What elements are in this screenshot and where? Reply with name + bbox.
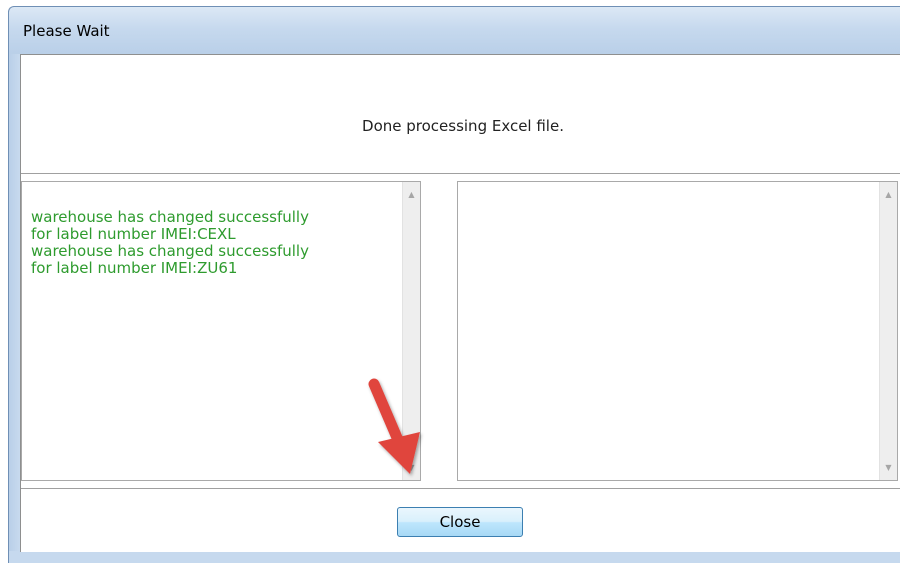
scroll-down-arrow-icon[interactable]: ▼: [880, 459, 897, 476]
scroll-up-arrow-icon[interactable]: ▲: [880, 186, 897, 203]
error-log-box[interactable]: ▲ ▼: [457, 181, 898, 481]
dialog-content: Done processing Excel file. warehouse ha…: [20, 54, 900, 552]
error-log-scrollbar[interactable]: ▲ ▼: [879, 182, 897, 480]
window-frame-bottom: [8, 551, 900, 563]
top-divider: [21, 173, 900, 174]
annotation-arrow-icon: [368, 378, 420, 474]
scroll-up-arrow-icon[interactable]: ▲: [403, 186, 420, 203]
please-wait-dialog: Please Wait Done processing Excel file. …: [0, 0, 900, 563]
window-title: Please Wait: [23, 22, 110, 40]
success-log-text: warehouse has changed successfully for l…: [31, 208, 309, 277]
close-button[interactable]: Close: [397, 507, 523, 537]
status-message: Done processing Excel file.: [362, 117, 564, 135]
title-bar[interactable]: Please Wait: [8, 6, 900, 55]
bottom-divider: [21, 488, 900, 489]
